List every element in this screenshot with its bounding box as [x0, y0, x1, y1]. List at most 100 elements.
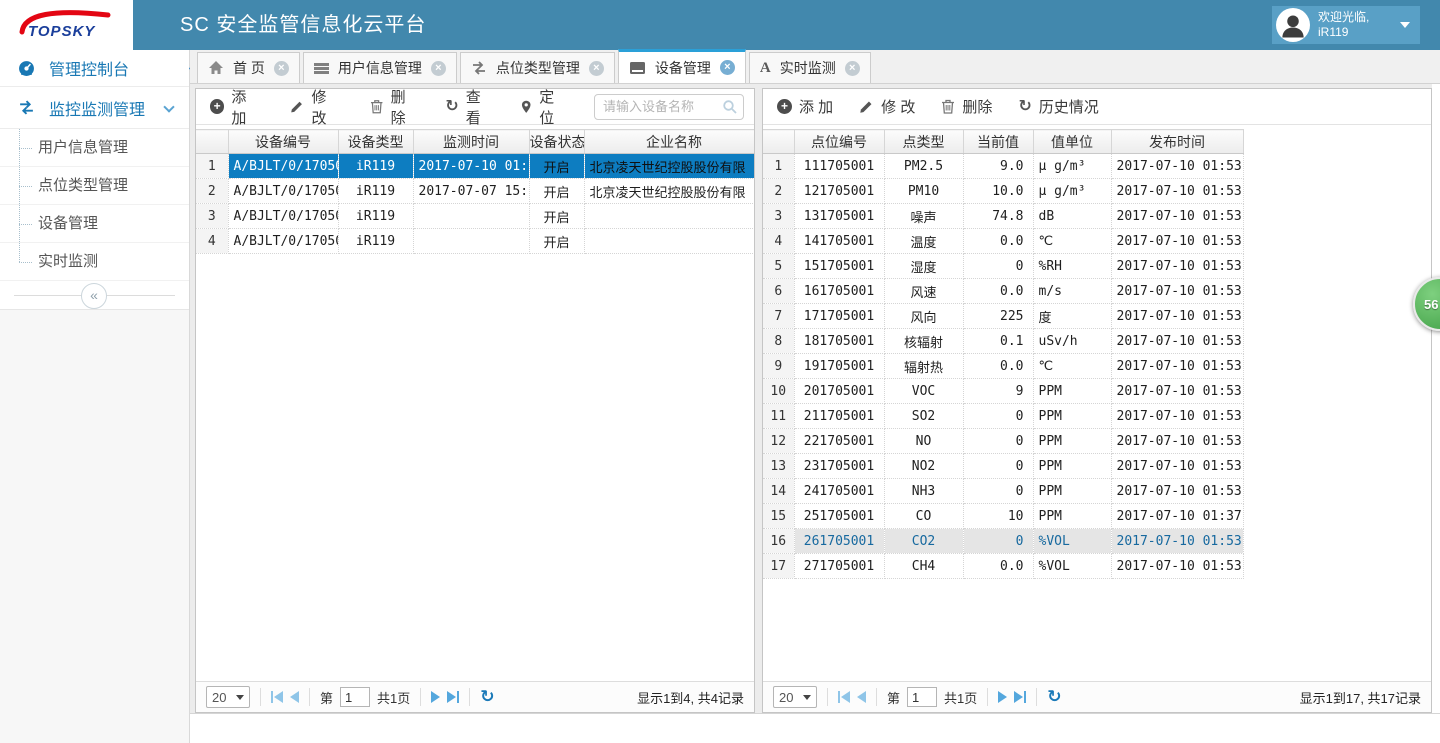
- close-icon[interactable]: ×: [720, 60, 735, 75]
- collapse-sidebar-button[interactable]: «: [81, 283, 107, 309]
- swap-icon: [471, 60, 487, 76]
- cell-current-value: 0: [963, 529, 1033, 554]
- cell-rownum: 5: [763, 254, 794, 279]
- table-row[interactable]: 6 161705001 风速 0.0 m/s 2017-07-10 01:53:…: [763, 279, 1243, 304]
- add-button[interactable]: + 添 加: [777, 96, 833, 117]
- next-page-button[interactable]: [998, 691, 1007, 703]
- page-number-input[interactable]: [340, 687, 370, 707]
- device-table-body: 1 A/BJLT/0/1705001 iR119 2017-07-10 01:5…: [196, 154, 754, 254]
- delete-button[interactable]: 删除: [370, 88, 419, 128]
- sidebar-item-console[interactable]: 管理控制台: [0, 50, 189, 87]
- sidebar-console-label: 管理控制台: [49, 56, 129, 80]
- sidebar-item-point-type[interactable]: 点位类型管理: [0, 167, 189, 205]
- cell-current-value: 9: [963, 379, 1033, 404]
- tab-home[interactable]: 首 页 ×: [197, 52, 300, 83]
- last-page-button[interactable]: [447, 691, 459, 703]
- sidebar-item-monitor-mgmt[interactable]: 监控监测管理: [0, 87, 189, 129]
- cell-value-unit: PPM: [1033, 504, 1111, 529]
- cell-monitor-time: [413, 229, 529, 254]
- cell-rownum: 7: [763, 304, 794, 329]
- table-row[interactable]: 3 131705001 噪声 74.8 dB 2017-07-10 01:53:…: [763, 204, 1243, 229]
- delete-button[interactable]: 删除: [941, 96, 992, 117]
- user-menu[interactable]: 欢迎光临, iR119: [1272, 6, 1420, 44]
- locate-button[interactable]: 定位: [520, 88, 568, 128]
- cell-publish-time: 2017-07-10 01:53:22: [1111, 379, 1243, 404]
- col-monitor-time[interactable]: 监测时间: [413, 130, 529, 154]
- table-row[interactable]: 2 121705001 PM10 10.0 μ g/m³ 2017-07-10 …: [763, 179, 1243, 204]
- col-device-type[interactable]: 设备类型: [338, 130, 413, 154]
- col-device-status[interactable]: 设备状态: [529, 130, 584, 154]
- next-page-button[interactable]: [431, 691, 440, 703]
- edit-button[interactable]: 修 改: [859, 96, 915, 117]
- cell-rownum: 9: [763, 354, 794, 379]
- edit-button[interactable]: 修 改: [290, 88, 344, 128]
- table-row[interactable]: 16 261705001 CO2 0 %VOL 2017-07-10 01:53…: [763, 529, 1243, 554]
- page-number-input[interactable]: [907, 687, 937, 707]
- cell-point-id: 141705001: [794, 229, 884, 254]
- cell-point-type: 湿度: [884, 254, 963, 279]
- page-size-select[interactable]: 20: [206, 686, 250, 708]
- cell-value-unit: μ g/m³: [1033, 154, 1111, 179]
- chevron-down-icon: [163, 101, 174, 112]
- close-icon[interactable]: ×: [589, 61, 604, 76]
- col-current-value[interactable]: 当前值: [963, 130, 1033, 154]
- page-size-select[interactable]: 20: [773, 686, 817, 708]
- cell-rownum: 10: [763, 379, 794, 404]
- close-icon[interactable]: ×: [845, 61, 860, 76]
- select-caret-icon: [803, 695, 811, 700]
- sidebar-item-user-info[interactable]: 用户信息管理: [0, 129, 189, 167]
- col-device-id[interactable]: 设备编号: [228, 130, 338, 154]
- prev-page-button[interactable]: [290, 691, 299, 703]
- tab-device-mgmt[interactable]: 设备管理 ×: [618, 49, 746, 83]
- col-publish-time[interactable]: 发布时间: [1111, 130, 1243, 154]
- table-row[interactable]: 11 211705001 SO2 0 PPM 2017-07-10 01:53:…: [763, 404, 1243, 429]
- page-title: SC 安全监管信息化云平台: [180, 0, 426, 50]
- first-page-button[interactable]: [838, 691, 850, 703]
- table-row[interactable]: 13 231705001 NO2 0 PPM 2017-07-10 01:53:…: [763, 454, 1243, 479]
- table-row[interactable]: 7 171705001 风向 225 度 2017-07-10 01:53:21: [763, 304, 1243, 329]
- table-row[interactable]: 12 221705001 NO 0 PPM 2017-07-10 01:53:2…: [763, 429, 1243, 454]
- cell-point-id: 241705001: [794, 479, 884, 504]
- history-button[interactable]: ↻ 历史情况: [1018, 96, 1098, 117]
- col-company[interactable]: 企业名称: [584, 130, 754, 154]
- tab-point-type[interactable]: 点位类型管理 ×: [460, 52, 615, 83]
- tab-realtime[interactable]: A 实时监测 ×: [749, 52, 871, 83]
- table-row[interactable]: 4 141705001 温度 0.0 ℃ 2017-07-10 01:53:22: [763, 229, 1243, 254]
- cell-current-value: 0.0: [963, 554, 1033, 579]
- reload-icon[interactable]: ↻: [1047, 687, 1061, 707]
- page-prefix-label: 第: [320, 688, 333, 707]
- close-icon[interactable]: ×: [274, 61, 289, 76]
- tab-user-info[interactable]: 用户信息管理 ×: [303, 52, 457, 83]
- view-button[interactable]: ↻ 查看: [445, 88, 494, 128]
- history-label: 历史情况: [1039, 96, 1099, 117]
- device-icon: [629, 61, 646, 75]
- prev-page-button[interactable]: [857, 691, 866, 703]
- table-row[interactable]: 3 A/BJLT/0/1705003 iR119 开启: [196, 204, 754, 229]
- last-page-button[interactable]: [1014, 691, 1026, 703]
- close-icon[interactable]: ×: [431, 61, 446, 76]
- cell-point-id: 221705001: [794, 429, 884, 454]
- table-row[interactable]: 9 191705001 辐射热 0.0 ℃ 2017-07-10 01:53:2…: [763, 354, 1243, 379]
- edit-label: 修 改: [311, 88, 344, 128]
- table-row[interactable]: 10 201705001 VOC 9 PPM 2017-07-10 01:53:…: [763, 379, 1243, 404]
- col-point-id[interactable]: 点位编号: [794, 130, 884, 154]
- cell-value-unit: %RH: [1033, 254, 1111, 279]
- table-row[interactable]: 14 241705001 NH3 0 PPM 2017-07-10 01:53:…: [763, 479, 1243, 504]
- table-row[interactable]: 15 251705001 CO 10 PPM 2017-07-10 01:37:…: [763, 504, 1243, 529]
- col-value-unit[interactable]: 值单位: [1033, 130, 1111, 154]
- cell-device-status: 开启: [529, 204, 584, 229]
- search-icon[interactable]: [722, 99, 738, 115]
- table-row[interactable]: 4 A/BJLT/0/1705004 iR119 开启: [196, 229, 754, 254]
- table-row[interactable]: 5 151705001 湿度 0 %RH 2017-07-10 01:53:22: [763, 254, 1243, 279]
- sidebar-item-realtime[interactable]: 实时监测: [0, 243, 189, 281]
- sidebar-item-device-mgmt[interactable]: 设备管理: [0, 205, 189, 243]
- table-row[interactable]: 8 181705001 核辐射 0.1 uSv/h 2017-07-10 01:…: [763, 329, 1243, 354]
- table-row[interactable]: 2 A/BJLT/0/1705002 iR119 2017-07-07 15:0…: [196, 179, 754, 204]
- table-row[interactable]: 1 111705001 PM2.5 9.0 μ g/m³ 2017-07-10 …: [763, 154, 1243, 179]
- add-button[interactable]: + 添 加: [210, 88, 264, 128]
- table-row[interactable]: 17 271705001 CH4 0.0 %VOL 2017-07-10 01:…: [763, 554, 1243, 579]
- first-page-button[interactable]: [271, 691, 283, 703]
- reload-icon[interactable]: ↻: [480, 687, 494, 707]
- col-point-type[interactable]: 点类型: [884, 130, 963, 154]
- table-row[interactable]: 1 A/BJLT/0/1705001 iR119 2017-07-10 01:5…: [196, 154, 754, 179]
